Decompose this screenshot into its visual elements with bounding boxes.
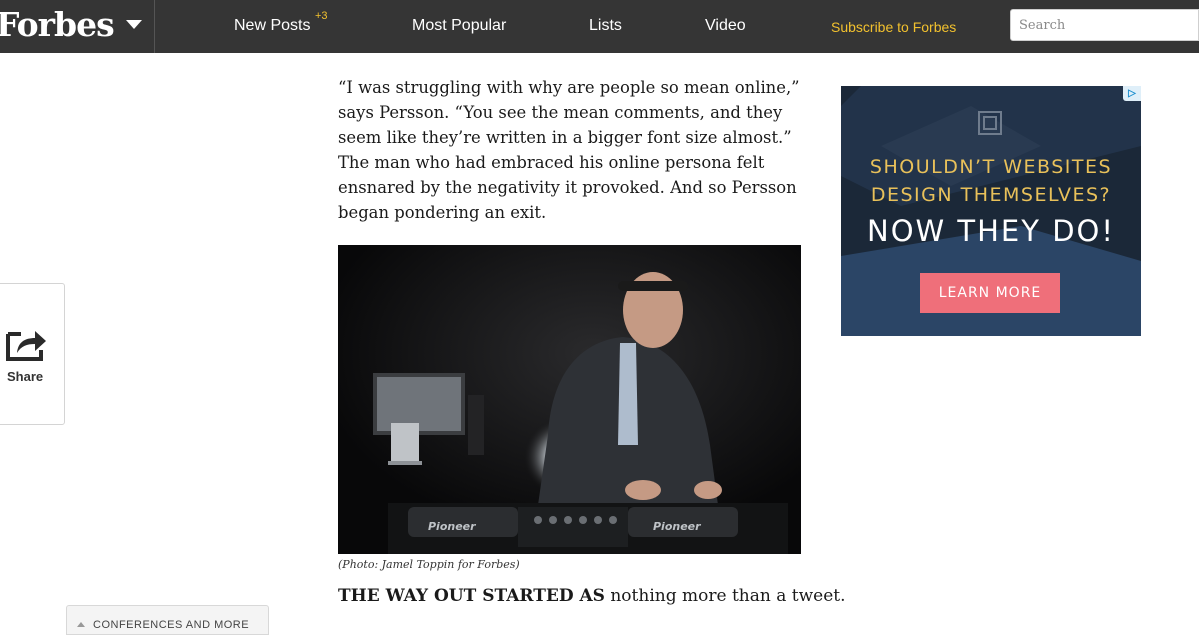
article-paragraph: “I was struggling with why are people so… (338, 78, 800, 222)
ad-headline-line3: NOW THEY DO! (867, 214, 1115, 248)
logo-menu[interactable]: Forbes (0, 0, 155, 53)
share-arrow-icon[interactable] (5, 326, 47, 362)
lead-rest: nothing more than a tweet. (604, 586, 846, 606)
search-input[interactable] (1010, 9, 1199, 41)
ad-headline-line1: SHOULDN’T WEBSITES (869, 156, 1113, 178)
photo-dj-illustration: Pioneer Pioneer (338, 245, 801, 554)
share-label: Share (7, 369, 44, 384)
forbes-logo[interactable]: Forbes (0, 5, 115, 44)
chevron-down-icon[interactable] (126, 20, 142, 29)
article-lead: THE WAY OUT STARTED AS nothing more than… (338, 586, 846, 606)
conferences-label: CONFERENCES AND MORE (93, 619, 250, 631)
new-posts-count-badge: +3 (315, 10, 328, 22)
adchoices-icon[interactable]: ▷ (1123, 86, 1141, 101)
conferences-panel-toggle[interactable]: CONFERENCES AND MORE (66, 605, 269, 635)
share-panel[interactable]: Share (0, 283, 65, 425)
ad-banner[interactable]: ▷ SHOULDN’T WEBSITES DESIGN THEMSELVES? … (841, 86, 1141, 336)
nav-most-popular[interactable]: Most Popular (412, 17, 506, 35)
top-nav-bar: Forbes New Posts +3 Most Popular Lists V… (0, 0, 1199, 53)
photo-brand-left: Pioneer (428, 520, 476, 533)
nav-video[interactable]: Video (705, 17, 746, 35)
nav-new-posts[interactable]: New Posts (234, 17, 310, 35)
chevron-up-icon (77, 622, 85, 627)
ad-learn-more-button[interactable]: LEARN MORE (920, 273, 1060, 313)
nav-lists[interactable]: Lists (589, 17, 622, 35)
lead-strong: THE WAY OUT STARTED AS (338, 586, 605, 606)
photo-brand-right: Pioneer (653, 520, 701, 533)
article-photo: Pioneer Pioneer (338, 245, 801, 554)
ad-headline-line2: DESIGN THEMSELVES? (870, 184, 1112, 206)
photo-caption: (Photo: Jamel Toppin for Forbes) (338, 558, 520, 571)
subscribe-link[interactable]: Subscribe to Forbes (831, 19, 956, 35)
